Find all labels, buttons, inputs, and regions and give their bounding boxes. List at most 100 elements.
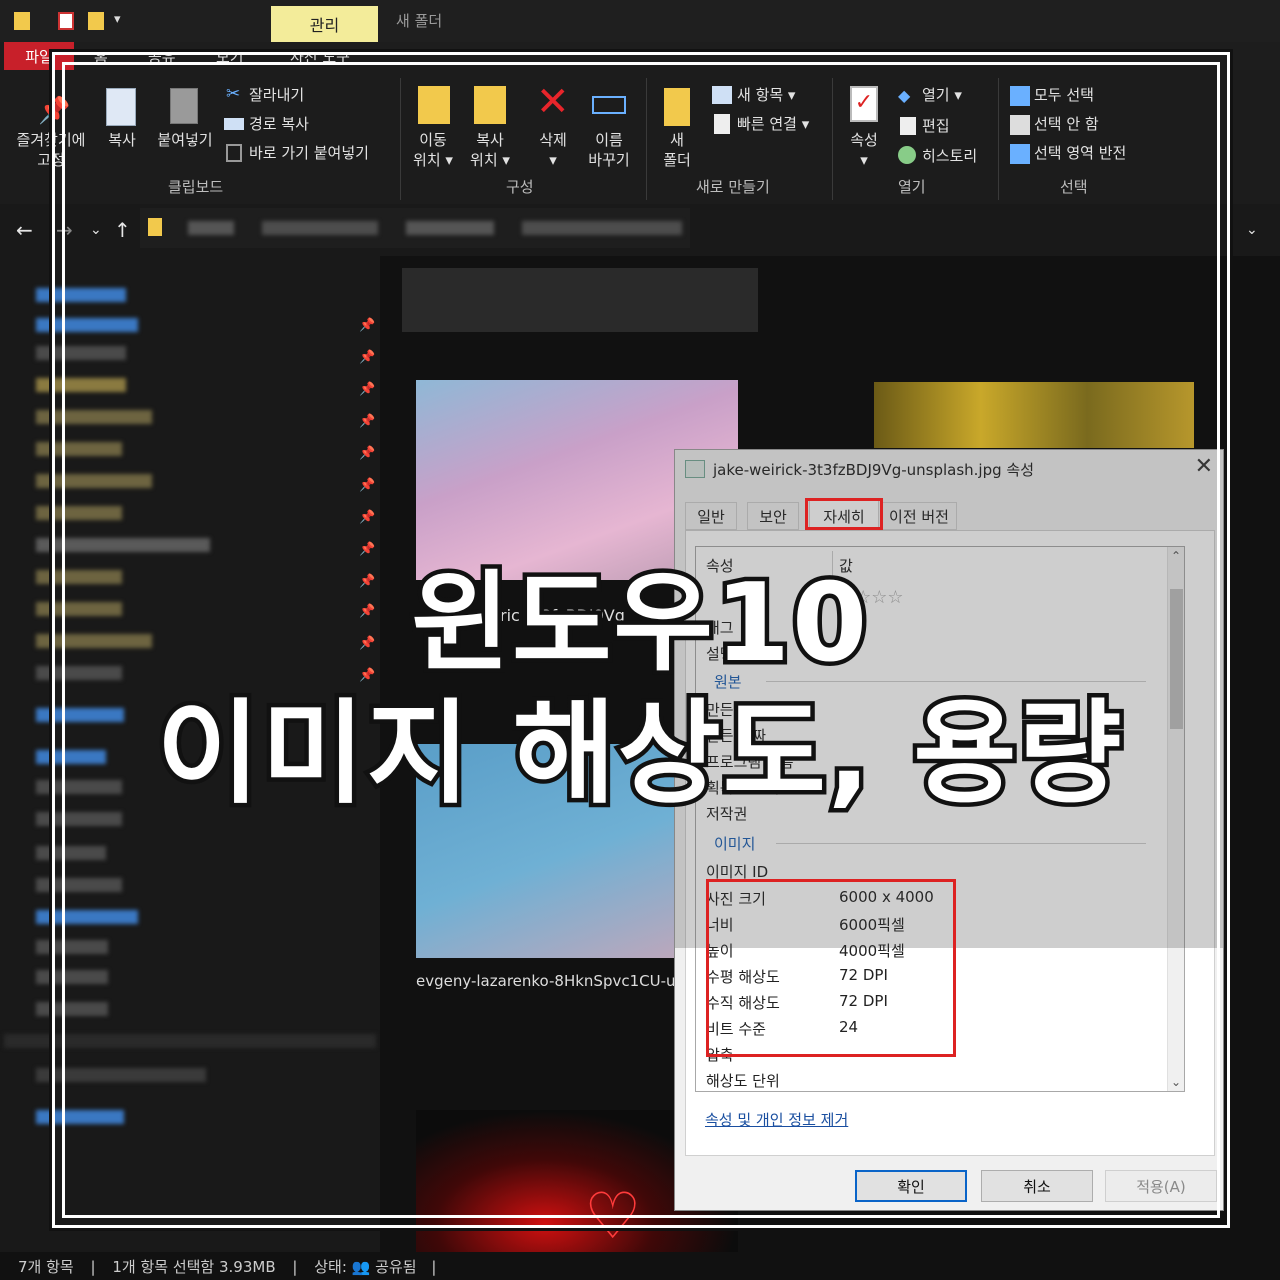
pin-icon[interactable]: 📌	[359, 478, 375, 493]
back-icon[interactable]: ←	[16, 218, 33, 242]
up-icon[interactable]: ↑	[114, 218, 131, 242]
pin-to-quick-access-button[interactable]: 즐겨찾기에 고정	[6, 130, 96, 170]
nav-tree-item[interactable]	[36, 602, 122, 616]
pin-icon[interactable]: 📌	[359, 510, 375, 525]
address-path-segment[interactable]	[522, 221, 682, 235]
nav-tree-item[interactable]	[36, 812, 122, 826]
nav-tree-item[interactable]	[36, 378, 126, 392]
rating-stars[interactable]: ☆☆☆☆	[839, 587, 904, 608]
properties-button[interactable]: 속성 ▾	[840, 130, 888, 170]
value-column-header[interactable]: 값	[839, 555, 853, 576]
nav-tree-item[interactable]	[36, 410, 152, 424]
select-all-button[interactable]: 모두 선택	[1034, 84, 1094, 105]
tab-security[interactable]: 보안	[747, 502, 799, 530]
pin-icon[interactable]: 📌	[359, 382, 375, 397]
share-tab[interactable]: 공유	[148, 46, 176, 67]
property-list[interactable]: 속성 값 ☆☆☆☆ 태그 설명 원본 만든 이 만든 날짜 프로그램 이름 획득…	[695, 546, 1185, 1092]
pin-icon[interactable]: 📌	[359, 542, 375, 557]
selected-file-tile[interactable]	[402, 268, 758, 332]
scroll-thumb[interactable]	[1170, 589, 1183, 729]
home-tab[interactable]: 홈	[94, 46, 108, 67]
move-to-button[interactable]: 이동 위치 ▾	[408, 130, 458, 170]
nav-tree-item[interactable]	[36, 1002, 108, 1016]
nav-tree-item[interactable]	[36, 846, 106, 860]
customize-toolbar-icon[interactable]: ▾	[114, 12, 121, 27]
daffodil-thumbnail[interactable]	[874, 382, 1194, 448]
address-path-segment[interactable]	[188, 221, 234, 235]
invert-selection-button[interactable]: 선택 영역 반전	[1034, 142, 1126, 163]
nav-tree-item[interactable]	[36, 708, 124, 722]
delete-button[interactable]: 삭제 ▾	[528, 130, 578, 170]
nav-tree-item[interactable]	[36, 288, 126, 302]
pin-icon[interactable]: 📌	[359, 446, 375, 461]
remove-properties-link[interactable]: 속성 및 개인 정보 제거	[705, 1109, 848, 1130]
nav-tree-item[interactable]	[36, 1110, 124, 1124]
picture-tools-tab[interactable]: 사진 도구	[290, 46, 350, 67]
select-none-button[interactable]: 선택 안 함	[1034, 113, 1099, 134]
nav-tree-item[interactable]	[36, 634, 152, 648]
nav-tree-item[interactable]	[36, 318, 138, 332]
pin-icon[interactable]: 📌	[359, 668, 375, 683]
file-tab[interactable]: 파일	[4, 42, 74, 70]
section-line	[766, 681, 1146, 682]
pin-icon[interactable]: 📌	[359, 636, 375, 651]
new-folder-button[interactable]: 새 폴더	[654, 130, 700, 170]
address-dropdown-chevron-icon[interactable]: ⌄	[1246, 222, 1258, 238]
property-scrollbar[interactable]: ⌃ ⌄	[1167, 547, 1184, 1091]
history-button[interactable]: 히스토리	[922, 145, 977, 166]
nav-tree-item[interactable]	[36, 780, 122, 794]
tab-general[interactable]: 일반	[685, 502, 737, 530]
properties-check-icon[interactable]	[58, 12, 74, 30]
bit-depth-label: 비트 수준	[706, 1020, 766, 1038]
edit-button[interactable]: 편집	[922, 115, 950, 136]
easy-access-button[interactable]: 빠른 연결 ▾	[737, 113, 809, 134]
address-path-segment[interactable]	[406, 221, 494, 235]
nav-tree-item[interactable]	[4, 1034, 376, 1048]
property-column-header[interactable]: 속성	[706, 555, 734, 576]
folder-icon[interactable]	[14, 12, 30, 30]
pin-icon[interactable]: 📌	[359, 574, 375, 589]
pin-icon[interactable]: 📌	[359, 604, 375, 619]
scroll-down-icon[interactable]: ⌄	[1171, 1075, 1181, 1089]
copy-path-button[interactable]: 경로 복사	[249, 113, 309, 134]
copy-to-button[interactable]: 복사 위치 ▾	[462, 130, 518, 170]
new-folder-icon[interactable]	[88, 12, 104, 30]
nav-tree-item[interactable]	[36, 1068, 206, 1082]
copy-button[interactable]: 복사	[100, 130, 144, 150]
nav-tree-item[interactable]	[36, 878, 122, 892]
manage-tab[interactable]: 관리	[271, 6, 378, 42]
cut-button[interactable]: 잘라내기	[249, 84, 304, 105]
tab-details[interactable]: 자세히	[809, 500, 879, 532]
open-button[interactable]: 열기 ▾	[922, 84, 962, 105]
forward-icon[interactable]: →	[56, 218, 73, 242]
rename-button[interactable]: 이름 바꾸기	[580, 130, 638, 170]
nav-tree-item[interactable]	[36, 666, 122, 680]
close-icon[interactable]: ✕	[1195, 454, 1213, 479]
paste-shortcut-button[interactable]: 바로 가기 붙여넣기	[249, 142, 369, 163]
nav-tree-item[interactable]	[36, 910, 138, 924]
pin-icon[interactable]: 📌	[359, 350, 375, 365]
pin-icon[interactable]: 📌	[359, 318, 375, 333]
pin-icon[interactable]: 📌	[359, 414, 375, 429]
paste-button[interactable]: 붙여넣기	[150, 130, 220, 150]
recent-chevron-down-icon[interactable]: ⌄	[90, 222, 102, 238]
nav-tree-item[interactable]	[36, 750, 106, 764]
nav-tree-item[interactable]	[36, 442, 122, 456]
nav-tree-item[interactable]	[36, 474, 152, 488]
address-path-segment[interactable]	[262, 221, 378, 235]
ok-button[interactable]: 확인	[855, 1170, 967, 1202]
nav-tree-item[interactable]	[36, 538, 210, 552]
apply-button[interactable]: 적용(A)	[1105, 1170, 1217, 1202]
width-value: 6000픽셀	[839, 916, 905, 934]
new-item-button[interactable]: 새 항목 ▾	[737, 84, 795, 105]
view-tab[interactable]: 보기	[216, 46, 244, 67]
nav-tree-item[interactable]	[36, 970, 108, 984]
cancel-button[interactable]: 취소	[981, 1170, 1093, 1202]
nav-tree-item[interactable]	[36, 506, 122, 520]
tab-previous-versions[interactable]: 이전 버전	[881, 502, 957, 530]
scroll-up-icon[interactable]: ⌃	[1171, 549, 1181, 563]
dimensions-value: 6000 x 4000	[839, 888, 934, 906]
nav-tree-item[interactable]	[36, 940, 108, 954]
nav-tree-item[interactable]	[36, 346, 126, 360]
nav-tree-item[interactable]	[36, 570, 122, 584]
